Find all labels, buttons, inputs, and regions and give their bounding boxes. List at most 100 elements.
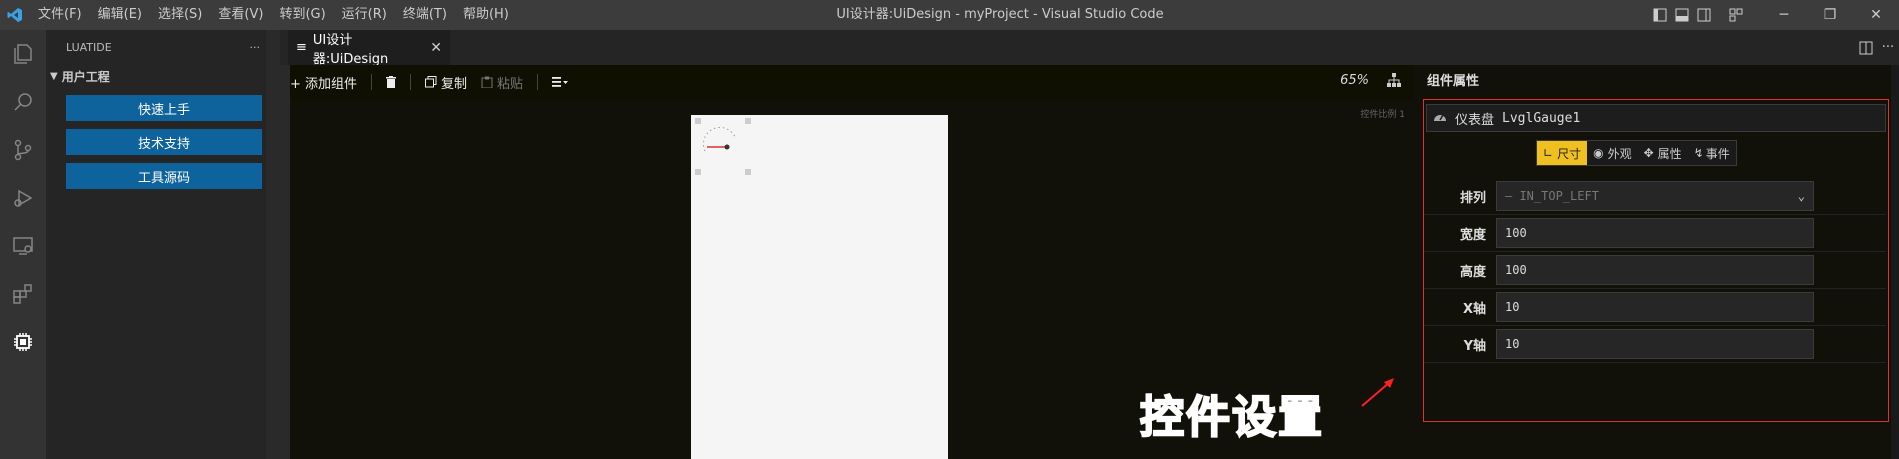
selection-handle[interactable] [695, 169, 701, 175]
prop-row-y: Y轴 10 [1424, 326, 1886, 363]
menu-file[interactable]: 文件(F) [30, 0, 90, 30]
designer-splitter[interactable] [280, 65, 290, 459]
tab-size[interactable]: ∟ 尺寸 [1537, 141, 1588, 165]
paste-button[interactable]: 粘贴 [481, 73, 523, 92]
prop-row-height: 高度 100 [1424, 252, 1886, 289]
palette-icon: ◉ [1593, 146, 1604, 160]
paste-label: 粘贴 [497, 76, 524, 92]
menu-select[interactable]: 选择(S) [150, 0, 210, 30]
ratio-label: 控件比例 1 [1360, 110, 1405, 120]
menu-terminal[interactable]: 终端(T) [395, 0, 455, 30]
toggle-secondary-sidebar-icon[interactable] [1693, 0, 1715, 30]
component-type: 仪表盘 [1455, 112, 1495, 128]
move-icon: ✥ [1643, 146, 1654, 160]
sidebar-title: LUATIDE [66, 41, 112, 54]
luatide-chip-icon[interactable] [0, 318, 46, 366]
prop-row-align: 排列 — IN_TOP_LEFT ⌄ [1424, 178, 1886, 215]
menu-edit[interactable]: 编辑(E) [90, 0, 150, 30]
properties-title: 组件属性 [1427, 74, 1480, 89]
selection-handle[interactable] [745, 169, 751, 175]
copy-label: 复制 [441, 76, 468, 92]
tab-label: UI设计器:UiDesign [312, 32, 389, 67]
align-select[interactable]: — IN_TOP_LEFT ⌄ [1496, 181, 1814, 211]
gauge-icon [1433, 110, 1447, 126]
more-actions-icon[interactable]: ··· [1877, 33, 1899, 63]
tab-appearance-label: 外观 [1607, 146, 1632, 161]
annotation-text: 控件设置 [1139, 391, 1324, 444]
prop-label-align: 排列 [1459, 190, 1486, 206]
tab-close-icon[interactable]: ✕ [430, 40, 442, 56]
add-component-button[interactable]: + 添加组件 [290, 73, 357, 92]
minimize-button[interactable]: ─ [1761, 0, 1807, 30]
x-input[interactable]: 10 [1496, 292, 1814, 322]
gauge-widget[interactable] [699, 121, 739, 161]
toolbar-divider [371, 74, 373, 90]
run-debug-icon[interactable] [0, 174, 46, 222]
restore-button[interactable]: ❐ [1807, 0, 1853, 30]
zoom-level: 65% [1340, 73, 1369, 88]
editor-area: ≡ UI设计器:UiDesign ✕ ··· + 添加组件 复制 粘贴 65% … [280, 30, 1899, 459]
tab-events[interactable]: ↯ 事件 [1687, 141, 1736, 165]
close-window-button[interactable]: ✕ [1853, 0, 1899, 30]
prop-label-y: Y轴 [1463, 338, 1486, 354]
sidebar-more-icon[interactable]: ··· [250, 41, 261, 54]
section-title: 用户工程 [61, 69, 110, 84]
menu-help[interactable]: 帮助(H) [455, 0, 517, 30]
sidebar-header: LUATIDE ··· [46, 30, 280, 65]
source-control-icon[interactable] [0, 126, 46, 174]
split-editor-icon[interactable] [1855, 33, 1877, 63]
prop-row-x: X轴 10 [1424, 289, 1886, 326]
property-tabs: ∟ 尺寸 ◉ 外观 ✥ 属性 ↯ 事件 [1536, 140, 1737, 166]
menu-bar: 文件(F) 编辑(E) 选择(S) 查看(V) 转到(G) 运行(R) 终端(T… [30, 0, 517, 30]
sidebar-scrollbar[interactable] [266, 30, 280, 459]
tab-attributes[interactable]: ✥ 属性 [1637, 141, 1688, 165]
prop-label-x: X轴 [1462, 301, 1486, 317]
tab-file-icon: ≡ [296, 40, 307, 55]
height-input[interactable]: 100 [1496, 255, 1814, 285]
toggle-primary-sidebar-icon[interactable] [1649, 0, 1671, 30]
vscode-logo-icon [0, 0, 30, 30]
tech-support-button[interactable]: 技术支持 [66, 129, 262, 155]
prop-row-width: 宽度 100 [1424, 215, 1886, 252]
copy-button[interactable]: 复制 [425, 73, 467, 92]
width-input[interactable]: 100 [1496, 218, 1814, 248]
remote-explorer-icon[interactable] [0, 222, 46, 270]
y-input[interactable]: 10 [1496, 329, 1814, 359]
window-title: UI设计器:UiDesign - myProject - Visual Stud… [836, 7, 1164, 22]
toolbar-divider [410, 74, 412, 90]
ruler-icon: ∟ [1543, 146, 1554, 160]
section-header-user-project[interactable]: ▼ 用户工程 [46, 65, 280, 87]
chevron-down-icon: ▼ [50, 70, 58, 82]
align-menu-icon[interactable] [552, 76, 569, 88]
component-tree-icon[interactable] [1387, 73, 1401, 91]
screen-page[interactable] [691, 115, 948, 459]
customize-layout-icon[interactable] [1725, 0, 1747, 30]
properties-scrollbar[interactable] [1891, 65, 1899, 459]
prop-label-width: 宽度 [1459, 227, 1486, 243]
delete-icon[interactable] [386, 76, 397, 88]
search-icon[interactable] [0, 78, 46, 126]
extensions-icon[interactable] [0, 270, 46, 318]
tab-bar: ≡ UI设计器:UiDesign ✕ ··· [280, 30, 1899, 67]
annotation-arrow-icon [1361, 378, 1394, 407]
properties-highlight-box: 仪表盘 LvglGauge1 ∟ 尺寸 ◉ 外观 ✥ 属性 ↯ 事件 排列 — IN_T… [1423, 99, 1889, 422]
tab-attributes-label: 属性 [1657, 146, 1682, 161]
properties-panel: 组件属性 仪表盘 LvglGauge1 ∟ 尺寸 ◉ 外观 ✥ 属性 ↯ 事件 排列 —… [1413, 65, 1899, 459]
toggle-panel-icon[interactable] [1671, 0, 1693, 30]
selection-handle[interactable] [745, 118, 751, 124]
tab-appearance[interactable]: ◉ 外观 [1587, 141, 1638, 165]
tab-size-label: 尺寸 [1557, 146, 1582, 161]
chevron-down-icon: ⌄ [1797, 189, 1805, 203]
activity-bar [0, 30, 46, 459]
tool-source-button[interactable]: 工具源码 [66, 163, 262, 189]
editor-actions: ··· [1855, 30, 1899, 65]
menu-view[interactable]: 查看(V) [210, 0, 271, 30]
menu-go[interactable]: 转到(G) [271, 0, 333, 30]
component-header: 仪表盘 LvglGauge1 [1426, 104, 1886, 132]
explorer-icon[interactable] [0, 30, 46, 78]
toolbar-divider [537, 74, 539, 90]
bolt-icon: ↯ [1693, 146, 1704, 160]
menu-run[interactable]: 运行(R) [334, 0, 395, 30]
tab-ui-design[interactable]: ≡ UI设计器:UiDesign ✕ [288, 30, 450, 67]
quick-start-button[interactable]: 快速上手 [66, 95, 262, 121]
